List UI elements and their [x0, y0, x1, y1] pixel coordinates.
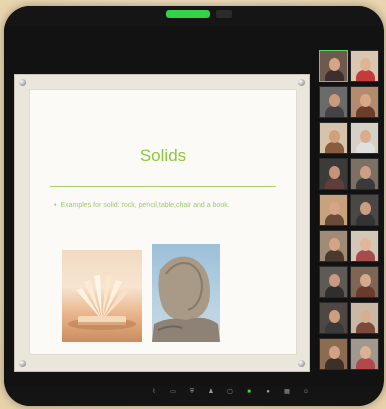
meeting-toolbar: ⌇ ▭ ⛨ ♟ ▢ ■ ● ▦ ☺: [4, 386, 384, 406]
participant-body: [325, 250, 344, 261]
participant-avatar: [329, 58, 340, 71]
slide-bullet: • Examples for solid: rock, pencil,table,…: [54, 202, 286, 209]
participant-avatar: [329, 274, 340, 287]
chat-icon: ▢: [227, 389, 233, 395]
participant-thumbnail[interactable]: [350, 194, 379, 226]
participant-body: [356, 178, 375, 189]
participant-thumbnail[interactable]: [319, 266, 348, 298]
participant-gallery: [319, 50, 381, 370]
mute-button[interactable]: ⌇: [144, 388, 164, 404]
slide: Solids • Examples for solid: rock, pencil…: [14, 74, 310, 372]
participant-body: [356, 286, 375, 297]
book-icon: [68, 275, 136, 330]
participant-avatar: [360, 130, 371, 143]
participant-thumbnail[interactable]: [350, 338, 379, 370]
participant-avatar: [329, 94, 340, 107]
people-icon: ♟: [208, 389, 214, 395]
participant-avatar: [329, 202, 340, 215]
rock-image: [152, 244, 220, 342]
participant-body: [356, 214, 375, 225]
participant-body: [325, 70, 344, 81]
participant-body: [356, 142, 375, 153]
title-divider: [50, 186, 276, 187]
reactions-button[interactable]: ☺: [296, 388, 316, 404]
participant-body: [325, 178, 344, 189]
participant-avatar: [329, 346, 340, 359]
participant-body: [356, 70, 375, 81]
breakout-button[interactable]: ▦: [277, 388, 297, 404]
rock-icon: [152, 256, 220, 342]
participant-thumbnail[interactable]: [319, 122, 348, 154]
participant-thumbnail[interactable]: [319, 158, 348, 190]
breakout-icon: ▦: [284, 389, 290, 395]
participants-button[interactable]: ♟: [201, 388, 221, 404]
record-icon: ●: [266, 389, 270, 395]
slide-bullet-text: Examples for solid: rock, pencil,table,c…: [60, 202, 230, 209]
bullet-icon: •: [54, 202, 57, 209]
slide-title: Solids: [139, 146, 187, 165]
participant-avatar: [329, 238, 340, 251]
participant-thumbnail[interactable]: [319, 194, 348, 226]
participant-avatar: [360, 346, 371, 359]
slide-content: Solids • Examples for solid: rock, pencil…: [29, 89, 297, 355]
participant-avatar: [360, 202, 371, 215]
participant-body: [325, 286, 344, 297]
top-bar: [4, 6, 384, 26]
participant-avatar: [360, 94, 371, 107]
slide-pin-icon: [19, 360, 26, 367]
shared-screen: Solids • Examples for solid: rock, pencil…: [4, 26, 317, 386]
share-button[interactable]: ■: [239, 388, 259, 404]
participant-thumbnail[interactable]: [350, 50, 379, 82]
participant-avatar: [360, 238, 371, 251]
participant-thumbnail[interactable]: [319, 86, 348, 118]
participant-body: [356, 358, 375, 369]
participant-thumbnail[interactable]: [319, 50, 348, 82]
participant-thumbnail[interactable]: [350, 122, 379, 154]
slide-pin-icon: [298, 79, 305, 86]
participant-thumbnail[interactable]: [350, 266, 379, 298]
view-options-button[interactable]: [216, 10, 232, 18]
mic-icon: ⌇: [152, 389, 156, 395]
participant-avatar: [360, 166, 371, 179]
participant-avatar: [360, 310, 371, 323]
reactions-icon: ☺: [302, 389, 310, 395]
shield-icon: ⛨: [189, 389, 195, 395]
participant-avatar: [329, 130, 340, 143]
participant-thumbnail[interactable]: [319, 302, 348, 334]
participant-body: [356, 322, 375, 333]
security-button[interactable]: ⛨: [182, 388, 202, 404]
participant-avatar: [360, 274, 371, 287]
participant-thumbnail[interactable]: [319, 338, 348, 370]
participant-body: [325, 322, 344, 333]
meeting-window: Solids • Examples for solid: rock, pencil…: [4, 6, 384, 406]
participant-avatar: [360, 58, 371, 71]
record-button[interactable]: ●: [258, 388, 278, 404]
participant-body: [356, 106, 375, 117]
participant-thumbnail[interactable]: [350, 302, 379, 334]
video-button[interactable]: ▭: [163, 388, 183, 404]
participant-thumbnail[interactable]: [350, 86, 379, 118]
slide-pin-icon: [19, 79, 26, 86]
participant-avatar: [329, 166, 340, 179]
sharing-indicator[interactable]: [166, 10, 210, 18]
participant-body: [325, 358, 344, 369]
participant-avatar: [329, 310, 340, 323]
participant-body: [356, 250, 375, 261]
participant-body: [325, 214, 344, 225]
slide-pin-icon: [298, 360, 305, 367]
participant-thumbnail[interactable]: [319, 230, 348, 262]
chat-button[interactable]: ▢: [220, 388, 240, 404]
participant-thumbnail[interactable]: [350, 230, 379, 262]
share-screen-icon: ■: [247, 389, 251, 395]
participant-body: [325, 106, 344, 117]
book-image: [62, 250, 142, 342]
participant-thumbnail[interactable]: [350, 158, 379, 190]
video-icon: ▭: [170, 389, 176, 395]
participant-body: [325, 142, 344, 153]
